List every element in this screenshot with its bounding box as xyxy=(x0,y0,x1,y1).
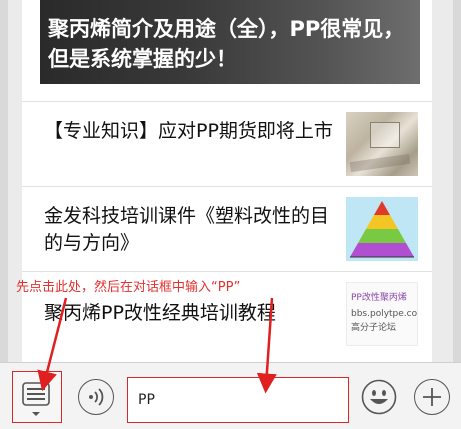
smiley-icon xyxy=(361,379,397,415)
pyramid-diagram-icon xyxy=(346,197,418,261)
voice-button[interactable] xyxy=(78,379,114,415)
sack-label xyxy=(370,122,400,148)
article-item-training-courseware[interactable]: 金发科技培训课件《塑料改性的目的与方向》 xyxy=(22,186,432,271)
article-title: 聚丙烯PP改性经典培训教程 xyxy=(44,302,276,324)
article-title: 【专业知识】应对PP期货即将上市 xyxy=(44,120,333,142)
more-options-button[interactable] xyxy=(414,379,450,415)
plus-icon xyxy=(423,388,441,406)
menu-toggle-button[interactable] xyxy=(12,371,62,423)
emoji-button[interactable] xyxy=(361,379,397,415)
banner-title: 聚丙烯简介及用途（全），PP很常见，但是系统掌握的少！ xyxy=(48,17,405,71)
sack-fold xyxy=(349,153,411,173)
article-thumbnail xyxy=(346,112,418,176)
voice-icon xyxy=(89,388,104,406)
instruction-annotation: 先点击此处，然后在对话框中输入“PP” xyxy=(16,280,241,295)
article-thumbnail xyxy=(346,197,418,261)
list-menu-icon xyxy=(22,382,50,416)
thumb-line: bbs.polytpe.com xyxy=(351,309,418,319)
article-thumbnail: PP改性聚丙烯 bbs.polytpe.com 高分子论坛 xyxy=(346,282,418,346)
thumb-line: PP改性聚丙烯 xyxy=(351,293,407,303)
message-input[interactable] xyxy=(127,377,349,423)
article-item-pp-futures[interactable]: 【专业知识】应对PP期货即将上市 xyxy=(22,101,432,186)
chat-input-bar xyxy=(0,362,461,429)
article-feed: 聚丙烯简介及用途（全），PP很常见，但是系统掌握的少！ 【专业知识】应对PP期货… xyxy=(22,0,432,362)
featured-banner[interactable]: 聚丙烯简介及用途（全），PP很常见，但是系统掌握的少！ xyxy=(40,0,420,84)
article-title: 金发科技培训课件《塑料改性的目的与方向》 xyxy=(44,205,330,254)
thumb-line: 高分子论坛 xyxy=(351,323,397,333)
